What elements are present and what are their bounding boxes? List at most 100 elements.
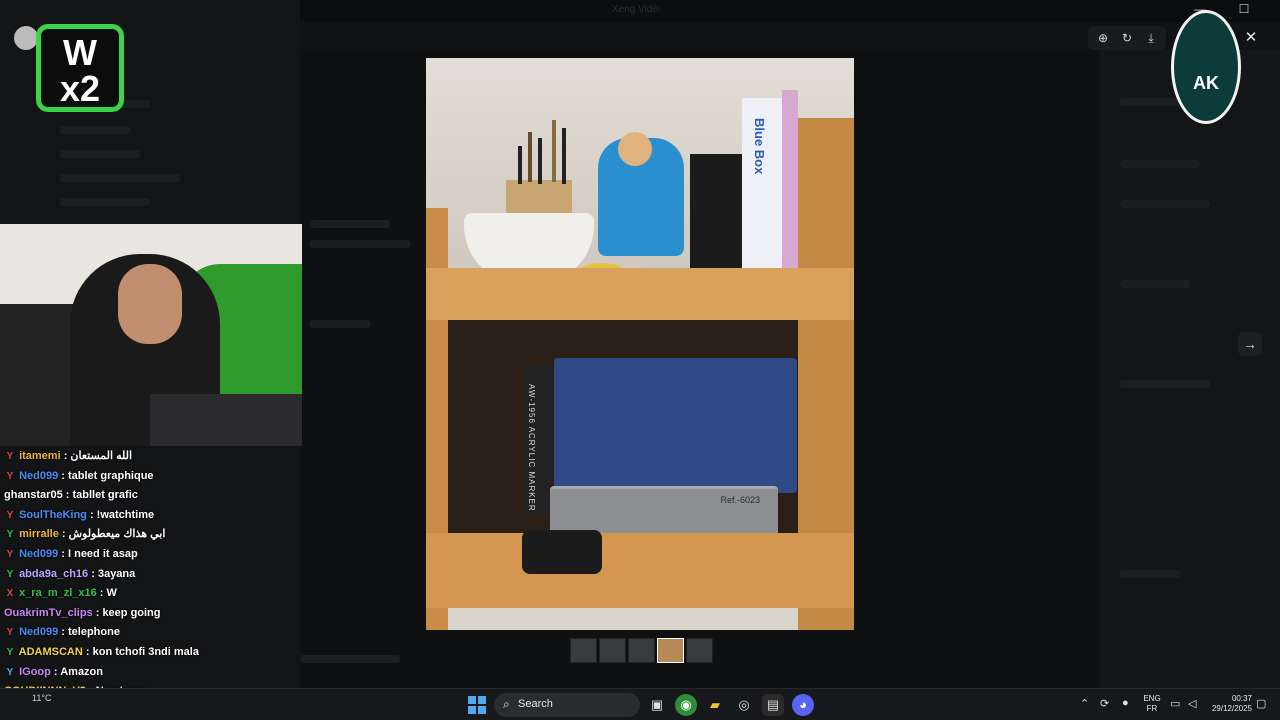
start-icon[interactable] <box>468 696 486 714</box>
chat-badge-icon: Y <box>6 568 14 580</box>
chat-badge-icon: Y <box>6 548 14 560</box>
task-view-icon[interactable]: ▣ <box>646 694 668 716</box>
thumbnail[interactable] <box>628 638 655 663</box>
chat-badge-icon: Y <box>6 646 14 658</box>
chat-badge-icon: X <box>6 588 14 600</box>
figure-head <box>618 132 652 166</box>
next-image-button[interactable]: → <box>1238 332 1262 356</box>
chat-message: Y itamemi : الله المستعان <box>4 447 304 467</box>
chat-message: Y SoulTheKing : !watchtime <box>4 506 304 526</box>
obs-icon[interactable]: ◎ <box>733 694 755 716</box>
chat-message: OuakrimTv_clips : keep going <box>4 606 161 619</box>
zoom-icon[interactable]: ⊕ <box>1092 27 1114 49</box>
chat-message: Y Ned099 : tablet graphique <box>4 467 304 487</box>
sync-icon[interactable]: ⟳ <box>1100 697 1109 710</box>
chat-badge-icon: Y <box>6 470 14 482</box>
marker-book-label: AW-1956 ACRYLIC MARKER <box>527 384 536 512</box>
streamer-webcam <box>0 224 302 446</box>
desk <box>150 394 302 446</box>
chevron-up-icon[interactable]: ⌃ <box>1080 697 1089 710</box>
viewer-toolbar: ⊕ ↻ ⤓ <box>1088 26 1166 50</box>
microphone-icon[interactable]: ● <box>1122 697 1129 709</box>
ak-logo: AK <box>1171 10 1241 124</box>
chat-username[interactable]: Ned099 <box>19 548 58 560</box>
marker-box <box>690 154 742 274</box>
window-title: Xeng Vidéi <box>612 4 661 15</box>
chat-text: ابي هذاك ميعطولوش <box>68 528 166 541</box>
chat-text: W <box>106 587 117 600</box>
chat-username[interactable]: OuakrimTv_clips <box>4 607 93 619</box>
manga-book-2 <box>782 90 798 274</box>
webcam-device <box>522 530 602 574</box>
notification-icon[interactable]: ▢ <box>1256 697 1266 710</box>
taskbar-search[interactable]: ⌕ Search <box>494 693 640 717</box>
chat-badge-icon: Y <box>6 666 14 678</box>
ak-logo-text: AK <box>1193 73 1219 93</box>
lang-line-2: FR <box>1146 704 1158 713</box>
screen: Xeng Vidéi — ☐ ⊕ ↻ ⤓ ✕ → Blue Box AW-195… <box>0 0 1280 720</box>
marker-book: AW-1956 ACRYLIC MARKER <box>524 364 552 516</box>
chrome-icon[interactable]: ◉ <box>675 694 697 716</box>
chat-username[interactable]: IGoop <box>19 666 51 678</box>
chat-text: tabllet grafic <box>72 489 138 502</box>
chat-username[interactable]: itamemi <box>19 450 61 462</box>
discord-icon[interactable]: ◕ <box>792 694 814 716</box>
chat-message: X x_ra_m_zl_x16 : W <box>4 584 304 604</box>
chat-text: tablet graphique <box>67 469 154 482</box>
manga-title: Blue Box <box>752 118 767 175</box>
weather-widget[interactable]: 11°C <box>32 693 51 703</box>
chat-text: I need it asap <box>67 547 138 560</box>
chat-badge-icon: Y <box>6 451 14 462</box>
background-member-list <box>1100 50 1280 688</box>
terminal-icon[interactable]: ▤ <box>762 694 784 716</box>
chat-message: Y Ned099 : I need it asap <box>4 545 304 565</box>
search-icon: ⌕ <box>503 697 510 711</box>
chat-message: Y abda9a_ch16 : 3ayana <box>4 565 304 585</box>
file-explorer-icon[interactable]: ▰ <box>704 694 726 716</box>
thumbnail[interactable] <box>686 638 713 663</box>
thumbnail[interactable] <box>570 638 597 663</box>
chat-username[interactable]: abda9a_ch16 <box>19 568 88 580</box>
chat-username[interactable]: Ned099 <box>19 470 58 482</box>
clock[interactable]: 00:37 29/12/2025 <box>1204 694 1252 714</box>
chat-text: Amazon <box>60 665 103 678</box>
avatar[interactable] <box>14 26 38 50</box>
network-icon[interactable]: ▭ <box>1170 697 1180 710</box>
download-icon[interactable]: ⤓ <box>1140 27 1162 49</box>
chat-username[interactable]: SoulTheKing <box>19 509 87 521</box>
maximize-icon[interactable]: ☐ <box>1232 2 1256 16</box>
thumbnail[interactable] <box>599 638 626 663</box>
search-label: Search <box>518 698 553 710</box>
close-viewer-button[interactable]: ✕ <box>1240 27 1262 49</box>
thumbnail-active[interactable] <box>657 638 684 663</box>
rotate-icon[interactable]: ↻ <box>1116 27 1138 49</box>
chat-username[interactable]: mirralle <box>19 528 59 540</box>
chat-badge-icon: Y <box>6 627 14 639</box>
chat-text: !watchtime <box>96 508 155 521</box>
chat-badge-icon: Y <box>6 509 14 521</box>
chat-text: الله المستعان <box>70 450 133 462</box>
chat-text: telephone <box>67 626 120 639</box>
chat-username[interactable]: ADAMSCAN <box>19 646 83 658</box>
lower-shelf <box>426 533 854 608</box>
channel-logo-text: Wx2 <box>59 32 101 109</box>
thumbnail-strip <box>570 638 713 663</box>
language-indicator[interactable]: ENG FR <box>1140 694 1164 714</box>
streamer-face <box>118 264 182 344</box>
stream-chat: Y itamemi : الله المستعان Y Ned099 : tabl… <box>4 447 304 720</box>
chat-username[interactable]: Ned099 <box>19 626 58 638</box>
volume-icon[interactable]: ◁ <box>1188 697 1196 710</box>
clock-date: 29/12/2025 <box>1211 704 1252 713</box>
viewed-photo: Blue Box AW-1956 ACRYLIC MARKER Ref.-602… <box>426 58 854 630</box>
lang-line-1: ENG <box>1143 694 1161 703</box>
manga-book: Blue Box <box>742 98 782 274</box>
chat-username[interactable]: ghanstar05 <box>4 489 63 501</box>
chat-text: kon tchofi 3ndi mala <box>92 645 199 658</box>
chat-message: Y IGoop : Amazon <box>4 663 304 683</box>
chat-username[interactable]: x_ra_m_zl_x16 <box>19 587 97 599</box>
taskbar: 11°C ⌕ Search ▣ ◉ ▰ ◎ ▤ ◕ ⌃ ⟳ ● ENG FR ▭… <box>0 688 1280 720</box>
clock-time: 00:37 <box>1231 694 1252 703</box>
blue-fabric-box <box>554 358 797 493</box>
chat-message: Y mirralle : ابي هذاك ميعطولوش <box>4 525 304 545</box>
chat-text: 3ayana <box>97 567 136 580</box>
